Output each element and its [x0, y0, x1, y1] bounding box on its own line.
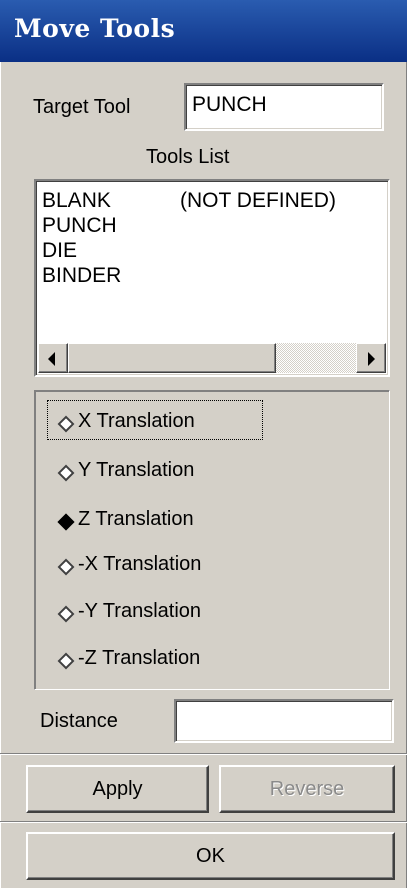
- radio-label: -X Translation: [78, 553, 202, 575]
- distance-label: Distance: [40, 710, 118, 732]
- tools-listbox[interactable]: BLANK (NOT DEFINED) PUNCH DIE BINDER: [34, 179, 390, 377]
- radio-label: -Z Translation: [78, 647, 201, 669]
- scrollbar-thumb[interactable]: [68, 343, 276, 373]
- window-title: Move Tools: [14, 14, 176, 43]
- scroll-left-button[interactable]: [38, 343, 68, 373]
- arrow-left-icon: [48, 352, 55, 366]
- radio-label: Y Translation: [78, 459, 195, 481]
- list-item[interactable]: PUNCH: [42, 214, 180, 238]
- target-tool-value: PUNCH: [192, 93, 267, 116]
- tool-name: BLANK: [42, 189, 111, 212]
- arrow-right-icon: [368, 352, 375, 366]
- target-tool-label: Target Tool: [33, 96, 131, 118]
- tool-status: (NOT DEFINED): [180, 189, 336, 212]
- reverse-button[interactable]: Reverse: [219, 765, 395, 813]
- divider: [0, 753, 407, 755]
- tools-list-header: Tools List: [146, 146, 230, 168]
- target-tool-field[interactable]: PUNCH: [184, 83, 384, 131]
- list-item[interactable]: BINDER: [42, 264, 180, 288]
- title-bar[interactable]: Move Tools: [0, 0, 407, 62]
- ok-button[interactable]: OK: [26, 832, 395, 880]
- tool-name: DIE: [42, 239, 78, 262]
- scroll-right-button[interactable]: [356, 343, 386, 373]
- radio-label: -Y Translation: [78, 600, 202, 622]
- radio-label: Z Translation: [78, 508, 194, 530]
- tool-name: PUNCH: [42, 214, 117, 237]
- tool-name: BINDER: [42, 264, 122, 287]
- radio-label: X Translation: [78, 410, 195, 432]
- list-item[interactable]: BLANK (NOT DEFINED): [42, 189, 336, 213]
- apply-button[interactable]: Apply: [26, 765, 209, 813]
- distance-field[interactable]: [174, 699, 394, 743]
- list-item[interactable]: DIE: [42, 239, 180, 263]
- horizontal-scrollbar[interactable]: [38, 343, 386, 373]
- divider: [0, 821, 407, 823]
